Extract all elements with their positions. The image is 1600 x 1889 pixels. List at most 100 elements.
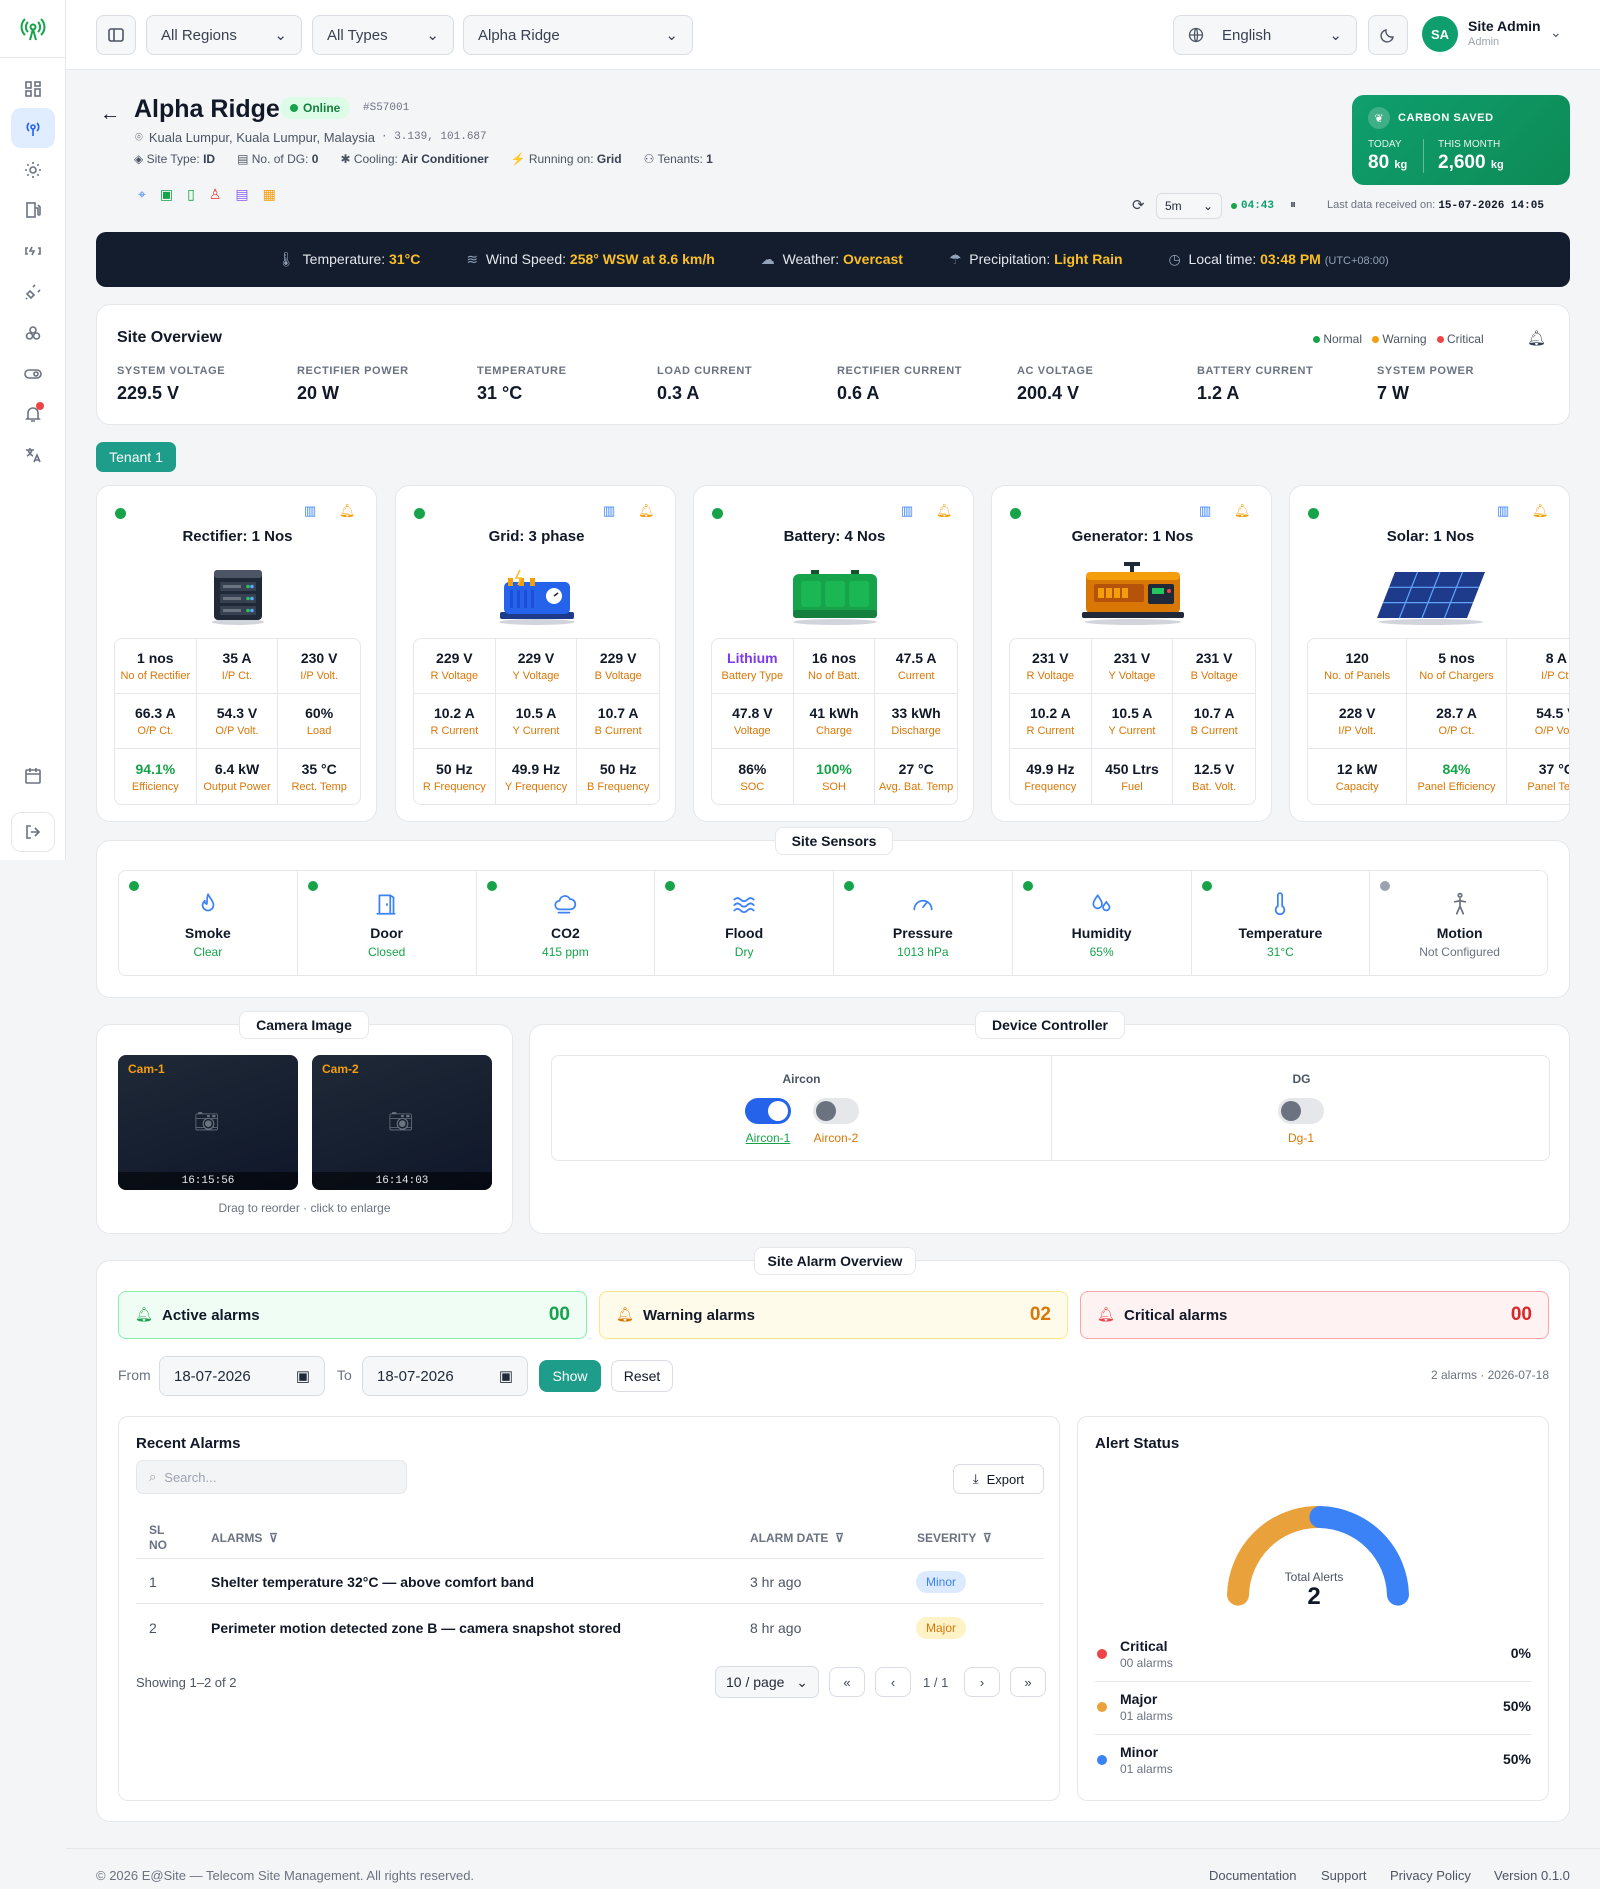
chart-icon[interactable]: ▥ bbox=[603, 503, 615, 519]
user-icon[interactable]: ♙ bbox=[209, 186, 222, 203]
tab-tenant-1[interactable]: Tenant 1 bbox=[96, 442, 176, 472]
col-alarms[interactable]: ALARMS ⊽ bbox=[211, 1531, 278, 1545]
bell-icon: 🔔︎ bbox=[135, 1306, 153, 1322]
sidebar-biohazard-icon[interactable] bbox=[11, 313, 55, 353]
metric-tile: 10.2 AR Current bbox=[1010, 694, 1092, 749]
bell-icon[interactable]: 🔔︎ bbox=[1532, 503, 1549, 519]
camera-1-thumbnail[interactable]: Cam-1 📷︎ 16:15:56 bbox=[118, 1055, 298, 1190]
sidebar-alerts-icon[interactable] bbox=[11, 394, 55, 434]
active-alarms-card[interactable]: 🔔︎ Active alarms 00 bbox=[118, 1291, 587, 1339]
footer-link-support[interactable]: Support bbox=[1321, 1868, 1367, 1883]
phone-icon[interactable]: ▯ bbox=[187, 186, 195, 203]
avatar[interactable]: SA bbox=[1422, 16, 1458, 52]
last-page-button[interactable]: » bbox=[1010, 1667, 1046, 1697]
next-page-button[interactable]: › bbox=[964, 1667, 1000, 1697]
site-name: Alpha Ridge bbox=[134, 95, 280, 123]
chart-icon[interactable]: ▥ bbox=[1497, 503, 1509, 519]
sidebar-toggle-icon[interactable] bbox=[96, 15, 136, 55]
export-button[interactable]: ⤓ Export bbox=[953, 1464, 1044, 1494]
sensor-humidity[interactable]: Humidity 65% bbox=[1013, 871, 1192, 975]
equipment-card: ▥ 🔔︎ Grid: 3 phase 229 VR Voltage 229 VY … bbox=[395, 485, 676, 822]
refresh-icon[interactable]: ⟳ bbox=[1132, 196, 1145, 214]
to-date-input[interactable]: 18-07-2026 ▣ bbox=[362, 1356, 528, 1396]
aircon-1-toggle[interactable] bbox=[745, 1098, 791, 1124]
theme-toggle-moon-icon[interactable] bbox=[1368, 15, 1408, 55]
sensor-pressure[interactable]: Pressure 1013 hPa bbox=[834, 871, 1013, 975]
first-page-button[interactable]: « bbox=[829, 1667, 865, 1697]
prev-page-button[interactable]: ‹ bbox=[875, 1667, 911, 1697]
metric-value: 0.6 A bbox=[837, 383, 880, 403]
bell-icon[interactable]: 🔔︎ bbox=[1234, 503, 1251, 519]
equipment-metrics-grid: 231 VR Voltage 231 VY Voltage 231 VB Volta… bbox=[1009, 638, 1256, 805]
chart-icon[interactable]: ▥ bbox=[901, 503, 913, 519]
sidebar-battery-icon[interactable] bbox=[11, 231, 55, 271]
sidebar-sun-icon[interactable] bbox=[11, 150, 55, 190]
show-button[interactable]: Show bbox=[539, 1360, 601, 1392]
metric-tile: 228 V I/P Volt. bbox=[1308, 694, 1408, 749]
reset-button[interactable]: Reset bbox=[611, 1360, 673, 1392]
tenants-attr: ⚇ Tenants: 1 bbox=[643, 152, 713, 166]
table-row[interactable]: 1 Shelter temperature 32°C — above comfo… bbox=[136, 1559, 1044, 1604]
dg-1-toggle[interactable] bbox=[1278, 1098, 1324, 1124]
critical-alarms-card[interactable]: 🔔︎ Critical alarms 00 bbox=[1080, 1291, 1549, 1339]
footer-link-documentation[interactable]: Documentation bbox=[1209, 1868, 1296, 1883]
type-select[interactable]: All Types ⌄ bbox=[312, 15, 454, 55]
user-menu-chevron-icon[interactable]: ⌄ bbox=[1550, 24, 1562, 41]
footer-link-privacy[interactable]: Privacy Policy bbox=[1390, 1868, 1471, 1883]
from-date-input[interactable]: 18-07-2026 ▣ bbox=[159, 1356, 325, 1396]
dg-1-label[interactable]: Dg-1 bbox=[1278, 1131, 1324, 1145]
type-select-value: All Types bbox=[327, 26, 388, 44]
legend-normal: Normal bbox=[1313, 332, 1362, 346]
aircon-1-label[interactable]: Aircon-1 bbox=[745, 1131, 791, 1145]
language-select[interactable]: English ⌄ bbox=[1173, 15, 1357, 55]
sidebar-sites-icon[interactable] bbox=[11, 108, 55, 148]
sensor-door[interactable]: Door Closed bbox=[298, 871, 477, 975]
refresh-interval-select[interactable]: 5m ⌄ bbox=[1156, 193, 1222, 219]
sidebar-calendar-icon[interactable] bbox=[11, 756, 55, 796]
camera-2-thumbnail[interactable]: Cam-2 📷︎ 16:14:03 bbox=[312, 1055, 492, 1190]
metric-tile: 35 °C Rect. Temp bbox=[291, 760, 347, 793]
aircon-2-toggle[interactable] bbox=[813, 1098, 859, 1124]
sensor-co2[interactable]: CO2 415 ppm bbox=[477, 871, 656, 975]
calendar-icon[interactable]: ▦ bbox=[263, 186, 276, 203]
bell-icon[interactable]: 🔔︎ bbox=[936, 503, 953, 519]
status-dot bbox=[1097, 1649, 1107, 1659]
sensor-motion[interactable]: Motion Not Configured bbox=[1370, 871, 1547, 975]
site-select-value: Alpha Ridge bbox=[478, 26, 560, 44]
site-select[interactable]: Alpha Ridge ⌄ bbox=[463, 15, 693, 55]
sensor-smoke[interactable]: Smoke Clear bbox=[119, 871, 298, 975]
carbon-month-label: THIS MONTH bbox=[1438, 139, 1501, 150]
warning-alarms-card[interactable]: 🔔︎ Warning alarms 02 bbox=[599, 1291, 1068, 1339]
sidebar-dashboard-icon[interactable] bbox=[11, 69, 55, 109]
chart-icon[interactable]: ▥ bbox=[1199, 503, 1211, 519]
metric-tile: 10.2 AR Current bbox=[414, 694, 496, 749]
sensor-status: 65% bbox=[1089, 945, 1114, 959]
sensor-flood[interactable]: Flood Dry bbox=[655, 871, 834, 975]
bell-icon[interactable]: 🔔︎ bbox=[638, 503, 655, 519]
page-size-select[interactable]: 10 / page ⌄ bbox=[715, 1666, 819, 1698]
carbon-month: 2,600 kg bbox=[1438, 152, 1504, 173]
bell-icon[interactable]: 🔔︎ bbox=[339, 503, 356, 519]
region-select[interactable]: All Regions ⌄ bbox=[146, 15, 302, 55]
map-icon[interactable]: ⌖ bbox=[138, 186, 146, 203]
sidebar-logout-icon[interactable] bbox=[11, 812, 55, 852]
sidebar-fuel-icon[interactable] bbox=[11, 190, 55, 230]
back-arrow-icon[interactable]: ← bbox=[100, 103, 120, 126]
sidebar-toggle-icon[interactable] bbox=[11, 354, 55, 394]
pagination-summary: Showing 1–2 of 2 bbox=[136, 1675, 237, 1690]
pause-icon[interactable]: ⏸ bbox=[1290, 197, 1296, 212]
col-alarm-date[interactable]: ALARM DATE ⊽ bbox=[750, 1531, 844, 1545]
image-icon[interactable]: ▣ bbox=[160, 186, 173, 203]
search-input[interactable]: ⌕ Search... bbox=[136, 1460, 407, 1494]
col-severity[interactable]: SEVERITY ⊽ bbox=[917, 1531, 992, 1545]
sensor-temperature[interactable]: Temperature 31°C bbox=[1192, 871, 1371, 975]
table-row[interactable]: 2 Perimeter motion detected zone B — cam… bbox=[136, 1605, 1044, 1650]
metric-tile: 12 kW Capacity bbox=[1308, 749, 1408, 804]
sidebar-plug-icon[interactable] bbox=[11, 272, 55, 312]
sidebar-translate-icon[interactable] bbox=[11, 435, 55, 475]
chart-icon[interactable]: ▥ bbox=[304, 503, 316, 519]
bell-icon[interactable]: 🔔︎ bbox=[1527, 329, 1546, 347]
camera-title: Camera Image bbox=[239, 1011, 369, 1039]
document-icon[interactable]: ▤ bbox=[235, 186, 248, 203]
aircon-2-label[interactable]: Aircon-2 bbox=[813, 1131, 859, 1145]
